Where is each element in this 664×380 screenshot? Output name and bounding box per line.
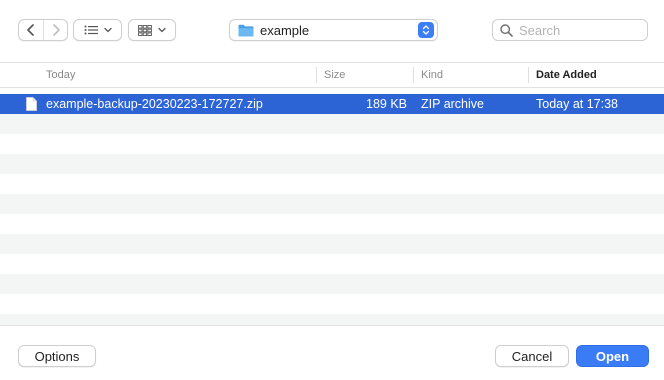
magnifier-icon xyxy=(500,23,513,37)
navigation-group xyxy=(18,19,68,41)
empty-row xyxy=(0,134,664,154)
empty-row xyxy=(0,314,664,325)
file-name: example-backup-20230223-172727.zip xyxy=(46,97,263,111)
chevron-down-icon xyxy=(158,27,166,33)
cancel-button[interactable]: Cancel xyxy=(495,345,569,367)
empty-row xyxy=(0,234,664,254)
column-date-added[interactable]: Date Added xyxy=(536,63,597,87)
empty-row xyxy=(0,174,664,194)
chevron-right-icon xyxy=(52,24,60,36)
empty-row xyxy=(0,114,664,134)
file-kind: ZIP archive xyxy=(421,97,484,111)
empty-row xyxy=(0,194,664,214)
column-divider[interactable] xyxy=(528,67,529,83)
search-input[interactable] xyxy=(519,22,639,38)
list-view-button[interactable] xyxy=(73,19,122,41)
column-divider[interactable] xyxy=(413,67,414,83)
column-kind[interactable]: Kind xyxy=(421,63,443,87)
empty-row xyxy=(0,214,664,234)
empty-row xyxy=(0,274,664,294)
location-popup[interactable]: example xyxy=(229,19,438,41)
empty-row xyxy=(0,254,664,274)
toolbar: example xyxy=(0,0,664,62)
file-date-added: Today at 17:38 xyxy=(536,97,619,111)
file-row[interactable]: example-backup-20230223-172727.zip 189 K… xyxy=(0,94,664,114)
grid-icon xyxy=(138,24,152,36)
search-field[interactable] xyxy=(492,19,648,41)
forward-button[interactable] xyxy=(43,20,67,40)
column-divider[interactable] xyxy=(316,67,317,83)
chevron-left-icon xyxy=(27,24,34,36)
dialog-footer: Options Cancel Open xyxy=(0,325,664,380)
empty-row xyxy=(0,294,664,314)
icon-view-button[interactable] xyxy=(128,19,176,41)
location-label: example xyxy=(260,22,310,38)
file-list: example-backup-20230223-172727.zip 189 K… xyxy=(0,88,664,325)
column-name[interactable]: Today xyxy=(46,63,75,87)
options-button[interactable]: Options xyxy=(18,345,96,367)
empty-row xyxy=(0,154,664,174)
list-icon xyxy=(84,25,98,35)
open-button[interactable]: Open xyxy=(576,345,649,367)
document-icon xyxy=(26,97,37,111)
file-size: 189 KB xyxy=(366,97,408,111)
up-down-chevron-icon xyxy=(422,25,430,35)
location-stepper[interactable] xyxy=(418,22,434,38)
folder-icon xyxy=(238,24,254,36)
chevron-down-icon xyxy=(103,27,112,33)
column-header: Today Size Kind Date Added xyxy=(0,62,664,88)
back-button[interactable] xyxy=(19,20,43,40)
column-size[interactable]: Size xyxy=(324,63,345,87)
